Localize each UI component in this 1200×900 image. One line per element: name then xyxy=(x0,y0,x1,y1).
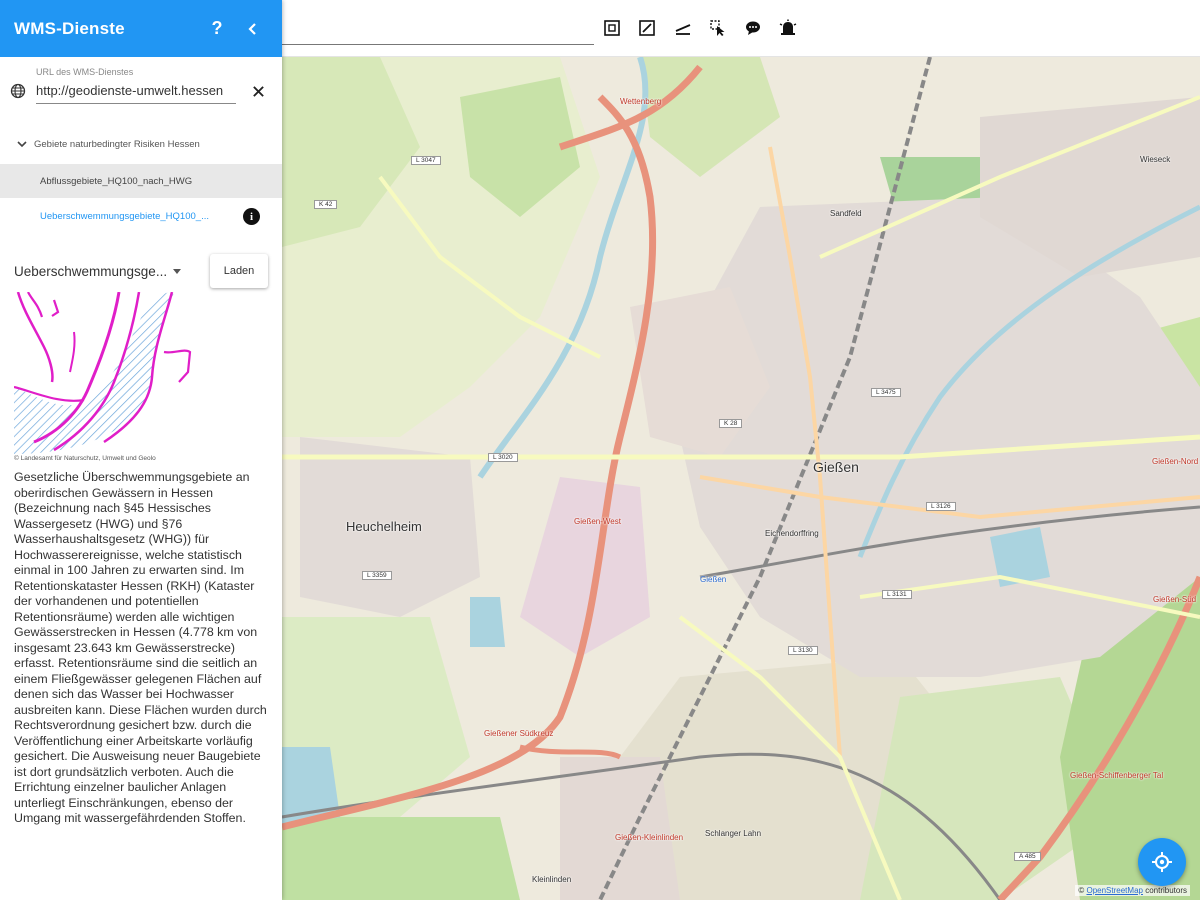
map-label-heuchelheim: Heuchelheim xyxy=(346,519,422,534)
chevron-down-icon xyxy=(17,141,27,148)
map-label-schlanger-lahn: Schlanger Lahn xyxy=(705,829,762,838)
legend-credit: © Landesamt für Naturschutz, Umwelt und … xyxy=(14,455,156,462)
layer-item-ueberschwemmungsgebiete[interactable]: Ueberschwemmungsgebiete_HQ100_... i xyxy=(0,199,282,233)
attribution-link[interactable]: OpenStreetMap xyxy=(1086,886,1142,895)
chevron-left-icon xyxy=(248,22,256,35)
map-label-giessen-west: Gießen-West xyxy=(574,517,621,526)
attribution-prefix: © xyxy=(1078,886,1085,895)
url-row xyxy=(10,78,268,104)
crosshair-icon xyxy=(1152,852,1172,872)
wms-sidebar: WMS-Dienste ? URL des WMS-Dienstes Gebie… xyxy=(0,0,282,900)
road-ref: L 3475 xyxy=(871,388,901,397)
map-label-schiffenberger: Gießen-Schiffenberger Tal xyxy=(1070,771,1164,780)
info-icon[interactable]: i xyxy=(243,208,260,225)
road-ref: L 3130 xyxy=(788,646,818,655)
road-ref: L 3131 xyxy=(882,590,912,599)
edit-icon[interactable] xyxy=(636,17,658,39)
map-label-giessen: Gießen xyxy=(813,459,859,475)
style-select-value: Ueberschwemmungsge... xyxy=(14,263,168,279)
wms-url-input[interactable] xyxy=(36,78,236,104)
clear-url-icon[interactable] xyxy=(248,81,268,101)
select-area-icon[interactable] xyxy=(601,17,623,39)
globe-icon xyxy=(10,83,26,99)
map-label-sandfeld: Sandfeld xyxy=(830,209,862,218)
layer-item-label: Abflussgebiete_HQ100_nach_HWG xyxy=(40,175,193,187)
map-label-giessen-nord: Gießen-Nord xyxy=(1152,457,1199,466)
map-label-wettenberg: Wettenberg xyxy=(620,97,662,106)
layer-description: Gesetzliche Überschwemmungsgebiete an ob… xyxy=(14,470,267,825)
map-label-wieseck: Wieseck xyxy=(1140,155,1171,164)
layer-item-label: Ueberschwemmungsgebiete_HQ100_... xyxy=(40,210,209,222)
map-label-giessen-station: Gießen xyxy=(700,575,727,584)
map-label-giessen-sued: Gießen-Süd xyxy=(1153,595,1197,604)
search-underline[interactable] xyxy=(282,44,594,45)
style-select[interactable]: Ueberschwemmungsge... xyxy=(14,264,190,279)
help-button[interactable]: ? xyxy=(202,14,232,44)
legend-image xyxy=(14,292,192,454)
comment-icon[interactable] xyxy=(742,17,764,39)
road-ref: K 28 xyxy=(719,419,743,428)
alarm-icon[interactable] xyxy=(777,17,799,39)
layer-group-label: Gebiete naturbedingter Risiken Hessen xyxy=(34,138,200,150)
map-label-suedkreuz: Gießener Südkreuz xyxy=(484,729,554,738)
map-label-eichendorff: Eichendorffring xyxy=(765,529,819,538)
map-attribution: © OpenStreetMap contributors xyxy=(1075,885,1190,896)
map-label-giessen-kleinlinden: Gießen-Kleinlinden xyxy=(615,833,684,842)
layer-group-toggle[interactable]: Gebiete naturbedingter Risiken Hessen xyxy=(16,138,200,150)
road-ref: K 42 xyxy=(314,200,338,209)
road-ref: L 3020 xyxy=(488,453,518,462)
url-field-block: URL des WMS-Dienstes xyxy=(0,57,282,167)
collapse-sidebar-button[interactable] xyxy=(238,14,268,44)
measure-icon[interactable] xyxy=(672,17,694,39)
layer-item-abflussgebiete[interactable]: Abflussgebiete_HQ100_nach_HWG xyxy=(0,164,282,198)
pointer-select-icon[interactable] xyxy=(707,17,729,39)
sidebar-header: WMS-Dienste ? xyxy=(0,0,282,57)
road-ref: L 3047 xyxy=(411,156,441,165)
attribution-suffix: contributors xyxy=(1145,886,1187,895)
map-label-kleinlinden: Kleinlinden xyxy=(532,875,572,884)
style-row: Ueberschwemmungsge... Laden xyxy=(14,252,270,290)
url-field-label: URL des WMS-Dienstes xyxy=(36,67,134,77)
road-ref: L 3359 xyxy=(362,571,392,580)
dropdown-caret-icon xyxy=(173,268,182,274)
road-ref: L 3126 xyxy=(926,502,956,511)
locate-button[interactable] xyxy=(1138,838,1186,886)
load-button[interactable]: Laden xyxy=(210,254,268,288)
sidebar-title: WMS-Dienste xyxy=(14,18,125,38)
road-ref: A 485 xyxy=(1014,852,1041,861)
